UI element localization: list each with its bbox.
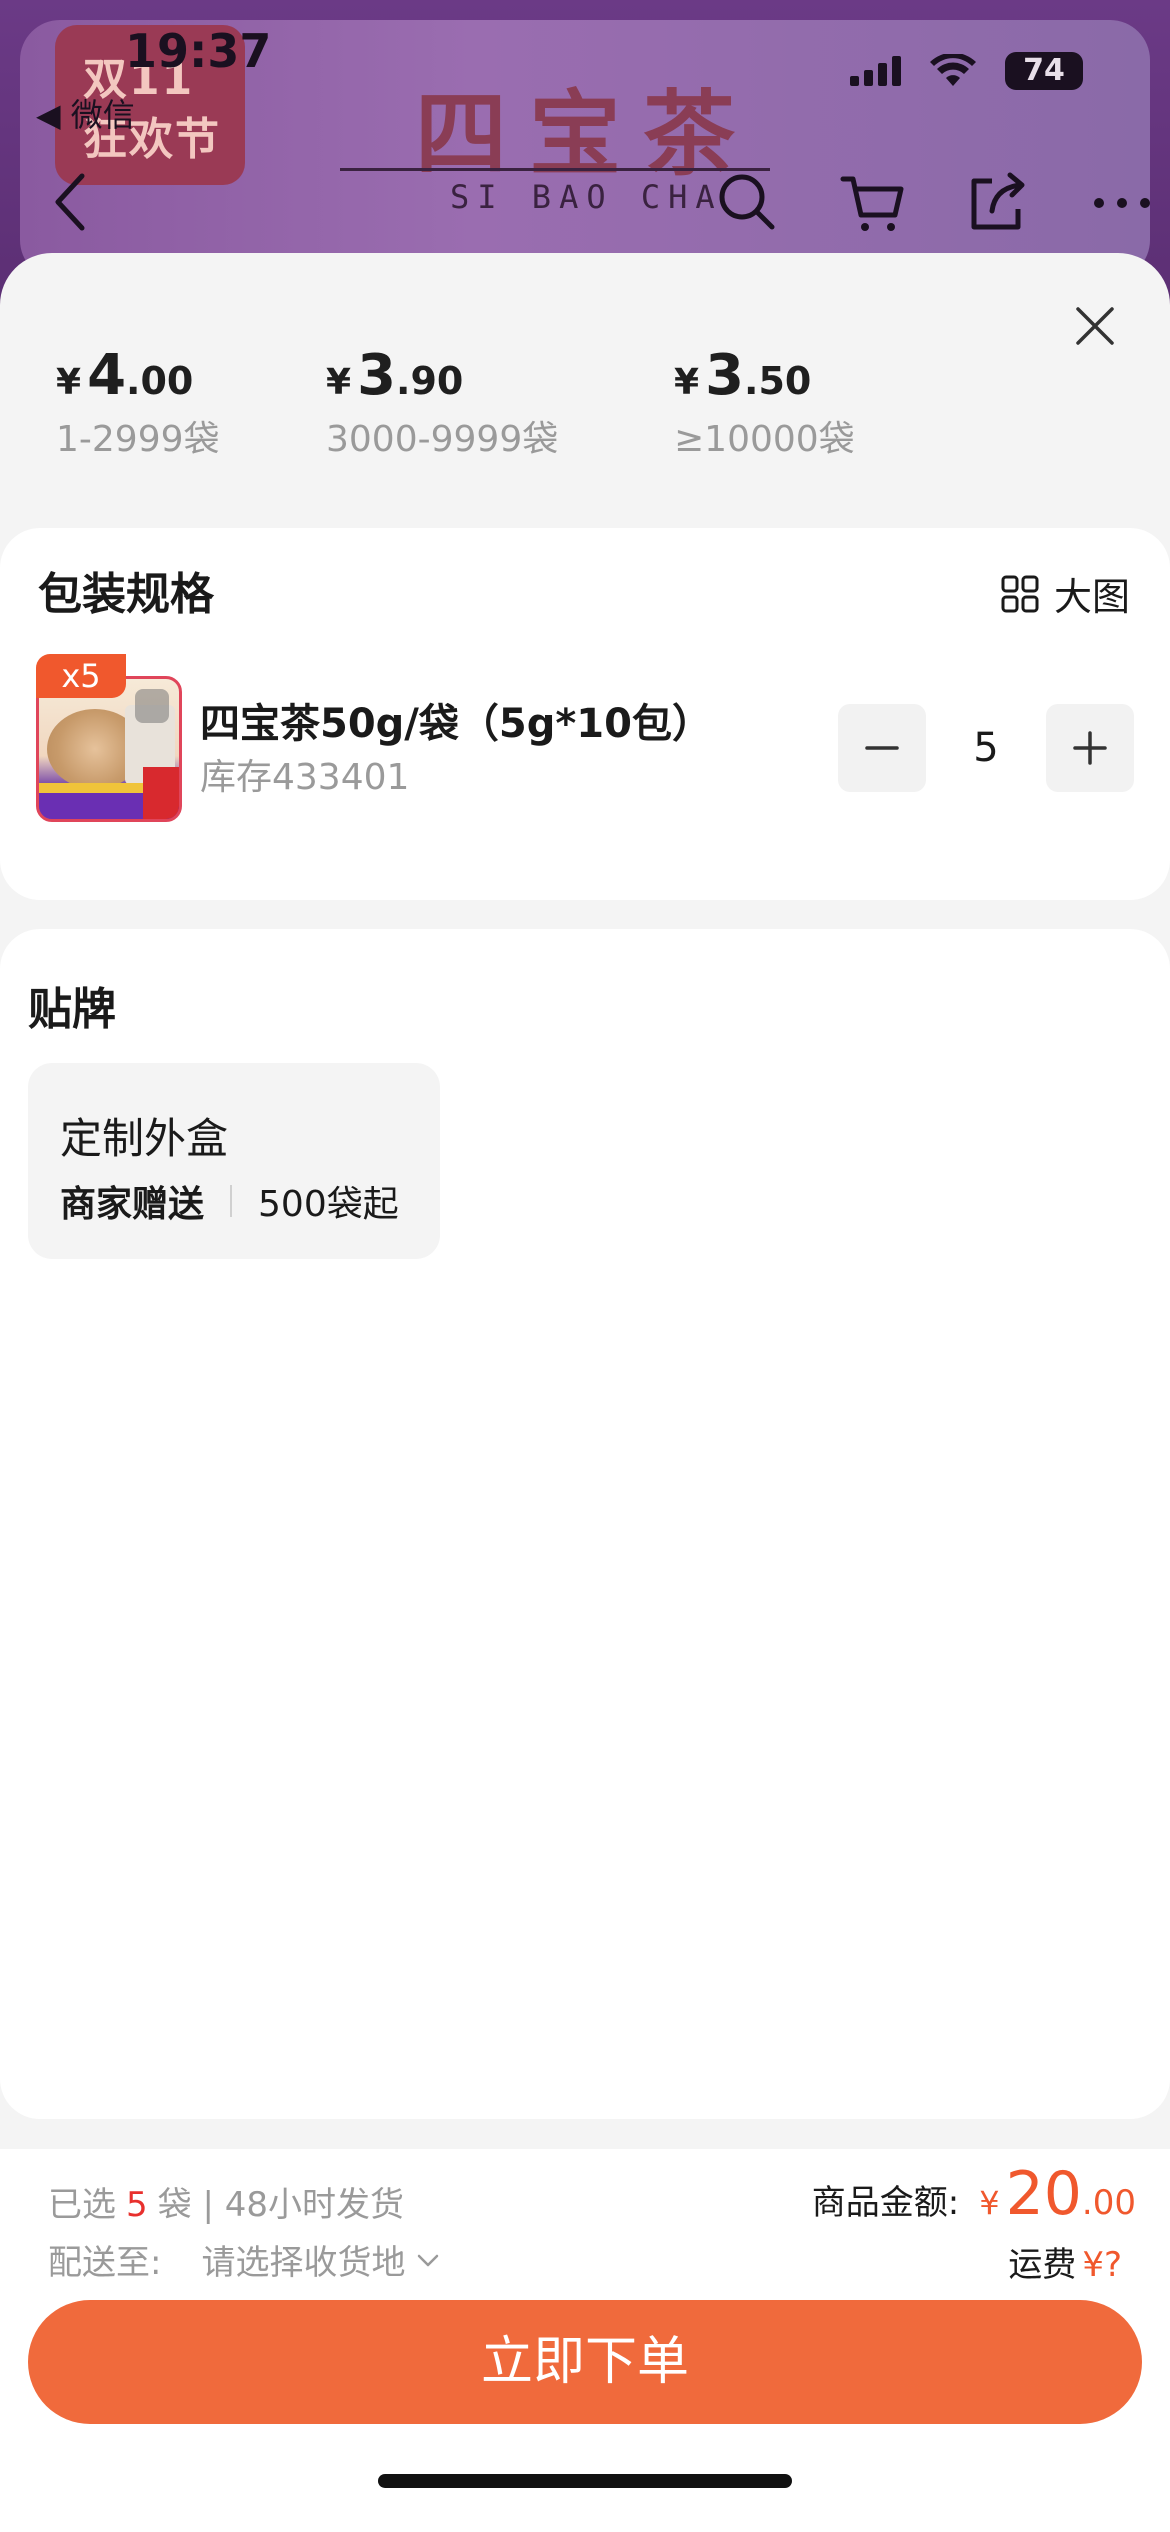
place-order-button[interactable]: 立即下单 [28, 2300, 1142, 2424]
option-minimum: 500袋起 [258, 1184, 399, 1225]
tier-price: ¥3.90 [326, 343, 558, 408]
thumbnail-tag [143, 767, 179, 819]
custom-box-option[interactable]: 定制外盒 商家赠送 500袋起 [28, 1063, 440, 1259]
chevron-down-icon [418, 2254, 439, 2266]
price-integer: 3 [357, 343, 397, 408]
selected-prefix: 已选 [48, 2185, 116, 2225]
quantity-value[interactable]: 5 [926, 725, 1046, 771]
increase-button[interactable] [1046, 704, 1134, 792]
selected-count: 5 [126, 2185, 148, 2225]
price-tier: ¥3.50 ≥10000袋 [674, 343, 855, 462]
section-title: 包装规格 [38, 569, 214, 620]
nav-actions [712, 162, 1157, 242]
selected-suffix: 袋 | 48小时发货 [157, 2185, 404, 2225]
currency-symbol: ¥ [56, 362, 82, 403]
freight-label: 运费 [1008, 2245, 1077, 2285]
tier-price: ¥4.00 [56, 343, 220, 408]
option-details: 商家赠送 500袋起 [60, 1175, 399, 1227]
tier-range: ≥10000袋 [674, 419, 855, 460]
product-stock: 库存433401 [200, 757, 410, 798]
currency-symbol: ¥ [326, 362, 352, 403]
amount-integer: 20 [1005, 2159, 1082, 2229]
minus-icon [865, 746, 899, 750]
cart-icon[interactable] [837, 167, 907, 237]
price-integer: 3 [705, 343, 745, 408]
tier-range: 3000-9999袋 [326, 419, 559, 460]
price-decimal: .00 [126, 359, 194, 403]
price-decimal: .90 [396, 359, 464, 403]
option-gift: 商家赠送 [60, 1184, 205, 1225]
address-selector[interactable]: 请选择收货地 [201, 2235, 441, 2284]
quantity-stepper: 5 [838, 704, 1134, 792]
big-picture-toggle[interactable]: 大图 [1000, 566, 1130, 621]
tier-range: 1-2999袋 [56, 419, 220, 460]
ship-to-row: 配送至: 请选择收货地 [48, 2235, 441, 2284]
decrease-button[interactable] [838, 704, 926, 792]
package-spec-card: 包装规格 大图 x5 四宝茶50g/袋（5g*10包） 库存433401 5 [0, 528, 1170, 900]
price-tier: ¥3.90 3000-9999袋 [326, 343, 558, 462]
amount-label: 商品金额: [811, 2183, 960, 2223]
freight-value: ¥? [1082, 2245, 1122, 2285]
price-decimal: .50 [744, 359, 812, 403]
goods-amount: 商品金额: ¥ 20 .00 [812, 2159, 1136, 2229]
freight: 运费 ¥? [1008, 2237, 1122, 2286]
battery-icon: 74 [1005, 52, 1083, 90]
expand-icon[interactable] [135, 689, 169, 723]
big-picture-label: 大图 [1053, 575, 1130, 619]
back-to-wechat[interactable]: ◀ 微信 [36, 90, 135, 136]
currency-symbol: ¥ [674, 362, 700, 403]
share-icon[interactable] [962, 167, 1032, 237]
selected-summary: 已选 5 袋 | 48小时发货 [48, 2177, 404, 2226]
address-placeholder: 请选择收货地 [201, 2243, 406, 2283]
home-indicator [378, 2474, 792, 2488]
section-title: 贴牌 [28, 984, 116, 1035]
private-label-card: 贴牌 定制外盒 商家赠送 500袋起 [0, 929, 1170, 2119]
wifi-icon [930, 54, 976, 86]
more-icon[interactable] [1087, 167, 1157, 237]
divider [230, 1185, 233, 1217]
grid-icon [1001, 575, 1039, 612]
tier-price: ¥3.50 [674, 343, 855, 408]
order-footer: 已选 5 袋 | 48小时发货 配送至: 请选择收货地 商品金额: ¥ 20 .00… [0, 2149, 1170, 2532]
product-name: 四宝茶50g/袋（5g*10包） [200, 701, 712, 747]
search-icon[interactable] [712, 167, 782, 237]
price-tiers: ¥4.00 1-2999袋 ¥3.90 3000-9999袋 ¥3.50 ≥10… [0, 343, 1170, 460]
price-tier: ¥4.00 1-2999袋 [56, 343, 220, 462]
product-nav-bar [0, 162, 1170, 242]
status-indicators: 74 [850, 52, 1083, 90]
option-title: 定制外盒 [60, 1114, 229, 1163]
sku-selection-sheet: ¥4.00 1-2999袋 ¥3.90 3000-9999袋 ¥3.50 ≥10… [0, 253, 1170, 2532]
quantity-badge: x5 [36, 654, 126, 698]
status-time: 19:37 [125, 24, 272, 78]
plus-icon [1073, 731, 1107, 765]
signal-icon [850, 56, 901, 86]
ship-to-label: 配送至: [48, 2243, 162, 2283]
amount-decimal: .00 [1081, 2183, 1136, 2223]
price-integer: 4 [87, 343, 127, 408]
amount-currency: ¥ [979, 2184, 1000, 2222]
back-arrow-icon[interactable] [40, 162, 100, 242]
